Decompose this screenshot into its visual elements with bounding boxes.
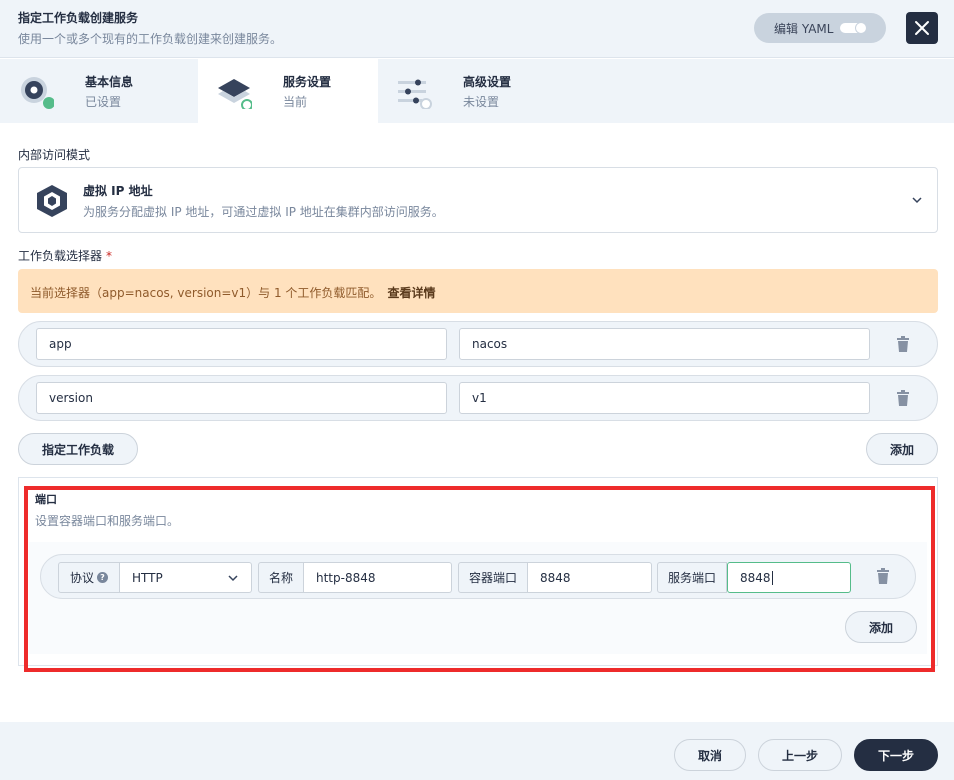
view-details-link[interactable]: 查看详情 bbox=[387, 286, 435, 300]
text-cursor bbox=[771, 570, 773, 585]
edit-yaml-label: 编辑 YAML bbox=[774, 21, 834, 36]
label-key-input[interactable] bbox=[36, 382, 447, 414]
step-advanced-settings[interactable]: 高级设置 未设置 bbox=[378, 59, 558, 123]
add-label-button[interactable]: 添加 bbox=[866, 433, 938, 465]
name-label: 名称 bbox=[258, 562, 304, 593]
edit-yaml-toggle[interactable]: 编辑 YAML bbox=[754, 13, 886, 43]
trash-icon[interactable] bbox=[896, 336, 910, 352]
dialog-header: 指定工作负载创建服务 使用一个或多个现有的工作负载创建来创建服务。 编辑 YAM… bbox=[0, 0, 954, 58]
container-port-label: 容器端口 bbox=[458, 562, 528, 593]
selector-notice: 当前选择器（app=nacos, version=v1）与 1 个工作负载匹配。… bbox=[18, 269, 938, 313]
label-value-input[interactable] bbox=[459, 328, 870, 360]
step-name: 基本信息 bbox=[85, 75, 134, 89]
step-service-settings[interactable]: 服务设置 当前 bbox=[198, 59, 378, 123]
label-value-input[interactable] bbox=[459, 382, 870, 414]
dialog-footer: 取消 上一步 下一步 bbox=[0, 722, 954, 780]
access-mode-select[interactable]: 虚拟 IP 地址 为服务分配虚拟 IP 地址，可通过虚拟 IP 地址在集群内部访… bbox=[18, 167, 938, 233]
protocol-select[interactable]: HTTP bbox=[120, 562, 252, 593]
access-mode-label: 内部访问模式 bbox=[18, 148, 91, 162]
cube-icon bbox=[37, 185, 67, 217]
ports-title: 端口 bbox=[35, 493, 57, 506]
trash-icon[interactable] bbox=[876, 568, 890, 584]
step-state: 当前 bbox=[283, 95, 308, 109]
chevron-down-icon bbox=[228, 574, 238, 581]
selector-label: 工作负载选择器 * bbox=[18, 247, 112, 264]
step-name: 服务设置 bbox=[283, 75, 332, 89]
protocol-label: 协议? bbox=[58, 562, 120, 593]
step-tabs: 基本信息 已设置 服务设置 当前 高级设置 未设置 bbox=[0, 59, 954, 123]
service-port-label: 服务端口 bbox=[657, 562, 727, 593]
trash-icon[interactable] bbox=[896, 390, 910, 406]
specify-workload-button[interactable]: 指定工作负载 bbox=[18, 433, 138, 465]
container-port-input[interactable]: 8848 bbox=[528, 562, 652, 593]
required-mark: * bbox=[106, 249, 113, 263]
close-button[interactable] bbox=[906, 12, 938, 44]
selector-notice-text: 当前选择器（app=nacos, version=v1）与 1 个工作负载匹配。 bbox=[30, 286, 382, 300]
label-key-input[interactable] bbox=[36, 328, 447, 360]
step-state: 已设置 bbox=[85, 95, 122, 109]
layers-step-icon bbox=[218, 79, 252, 109]
dialog-subtitle: 使用一个或多个现有的工作负载创建来创建服务。 bbox=[18, 32, 283, 46]
label-row bbox=[18, 321, 938, 367]
ports-section: 端口 设置容器端口和服务端口。 协议? HTTP 名称 http-8848 容器… bbox=[18, 477, 938, 666]
previous-step-button[interactable]: 上一步 bbox=[758, 739, 842, 771]
sliders-step-icon bbox=[398, 79, 432, 109]
selector-label-text: 工作负载选择器 bbox=[18, 249, 103, 263]
close-icon bbox=[915, 21, 929, 35]
next-step-button[interactable]: 下一步 bbox=[854, 739, 938, 771]
step-basic-info[interactable]: 基本信息 已设置 bbox=[0, 59, 180, 123]
chevron-down-icon bbox=[912, 197, 922, 204]
ports-description: 设置容器端口和服务端口。 bbox=[35, 514, 180, 528]
service-port-input[interactable]: 8848 bbox=[727, 562, 851, 593]
step-name: 高级设置 bbox=[463, 75, 512, 89]
dialog-title: 指定工作负载创建服务 bbox=[18, 11, 139, 25]
port-name-input[interactable]: http-8848 bbox=[304, 562, 452, 593]
access-mode-description: 为服务分配虚拟 IP 地址，可通过虚拟 IP 地址在集群内部访问服务。 bbox=[83, 205, 444, 219]
info-step-icon bbox=[21, 77, 54, 109]
label-row bbox=[18, 375, 938, 421]
add-port-button[interactable]: 添加 bbox=[845, 611, 917, 643]
help-icon[interactable]: ? bbox=[97, 572, 108, 583]
port-row: 协议? HTTP 名称 http-8848 容器端口 8848 服务端口 884… bbox=[40, 554, 916, 599]
toggle-switch-icon bbox=[840, 22, 867, 34]
step-state: 未设置 bbox=[463, 95, 500, 109]
access-mode-title: 虚拟 IP 地址 bbox=[83, 184, 153, 198]
cancel-button[interactable]: 取消 bbox=[674, 739, 746, 771]
